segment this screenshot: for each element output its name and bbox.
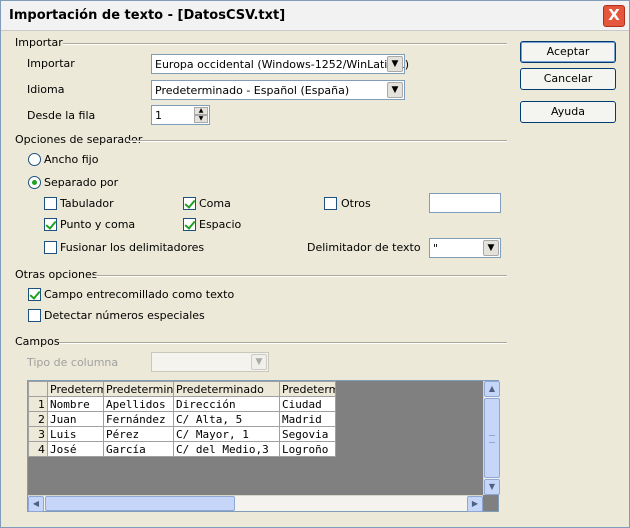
table-cell: Logroño xyxy=(279,441,336,457)
arrow-right-icon[interactable]: ▶ xyxy=(467,496,483,512)
comma-checkbox[interactable] xyxy=(183,197,196,210)
table-cell: Juan xyxy=(47,411,104,427)
section-fields-title: Campos xyxy=(15,335,60,348)
divider xyxy=(129,140,507,142)
table-header-row: Predetermin Predeterminad Predeterminado… xyxy=(28,381,336,397)
table-cell: C/ Alta, 5 xyxy=(173,411,280,427)
text-delimiter-label: Delimitador de texto xyxy=(307,241,421,254)
chevron-down-icon[interactable]: ▼ xyxy=(251,354,267,370)
text-delimiter-select[interactable]: " ▼ xyxy=(429,238,501,258)
detect-special-numbers-checkbox[interactable] xyxy=(28,309,41,322)
space-label: Espacio xyxy=(199,218,242,231)
language-label: Idioma xyxy=(27,83,65,96)
column-type-select[interactable]: ▼ xyxy=(151,352,269,372)
language-value: Predeterminado - Español (España) xyxy=(155,84,350,97)
table-cell: Segovia xyxy=(279,426,336,442)
fixed-width-radio[interactable] xyxy=(28,153,41,166)
chevron-down-icon[interactable]: ▼ xyxy=(387,56,403,72)
separated-by-radio[interactable] xyxy=(28,176,41,189)
table-row: 2 Juan Fernández C/ Alta, 5 Madrid xyxy=(28,411,336,427)
other-checkbox[interactable] xyxy=(324,197,337,210)
section-other-options-title: Otras opciones xyxy=(15,268,98,281)
table-cell: José xyxy=(47,441,104,457)
table-cell: Fernández xyxy=(103,411,174,427)
vertical-scroll-thumb[interactable] xyxy=(484,398,500,478)
quoted-as-text-checkbox[interactable] xyxy=(28,288,41,301)
table-cell: Nombre xyxy=(47,396,104,412)
horizontal-scrollbar[interactable]: ◀ ▶ xyxy=(28,495,483,512)
window-title: Importación de texto - [DatosCSV.txt] xyxy=(9,8,286,23)
text-import-dialog: Importación de texto - [DatosCSV.txt] X … xyxy=(0,0,630,528)
section-separator-title: Opciones de separador xyxy=(15,133,143,146)
text-delimiter-value: " xyxy=(433,242,439,255)
divider xyxy=(59,342,507,344)
row-number: 4 xyxy=(28,441,48,457)
column-header[interactable]: Predeterminado xyxy=(173,381,280,397)
other-label: Otros xyxy=(341,197,371,210)
chevron-down-icon[interactable]: ▼ xyxy=(387,82,403,98)
preview-grid[interactable]: Predetermin Predeterminad Predeterminado… xyxy=(27,380,500,512)
column-header[interactable]: Predetermin xyxy=(47,381,104,397)
row-number: 2 xyxy=(28,411,48,427)
ok-button[interactable]: Aceptar xyxy=(520,41,616,63)
table-cell: Dirección xyxy=(173,396,280,412)
row-number: 3 xyxy=(28,426,48,442)
separated-by-label: Separado por xyxy=(44,176,119,189)
charset-select[interactable]: Europa occidental (Windows-1252/WinLatin… xyxy=(151,54,409,74)
quoted-as-text-label: Campo entrecomillado como texto xyxy=(44,288,235,301)
arrow-up-icon[interactable]: ▲ xyxy=(194,107,208,115)
fixed-width-label: Ancho fijo xyxy=(44,153,99,166)
arrow-left-icon[interactable]: ◀ xyxy=(28,496,44,512)
table-cell: García xyxy=(103,441,174,457)
divider xyxy=(63,43,507,45)
semicolon-checkbox[interactable] xyxy=(44,218,57,231)
table-cell: Apellidos xyxy=(103,396,174,412)
merge-delimiters-label: Fusionar los delimitadores xyxy=(60,241,205,254)
close-button[interactable]: X xyxy=(603,5,625,27)
tab-label: Tabulador xyxy=(60,197,114,210)
table-cell: Luis xyxy=(47,426,104,442)
help-button[interactable]: Ayuda xyxy=(520,101,616,123)
table-cell: C/ Mayor, 1 xyxy=(173,426,280,442)
chevron-down-icon[interactable]: ▼ xyxy=(483,240,499,256)
arrow-down-icon[interactable]: ▼ xyxy=(484,479,500,495)
title-bar[interactable]: Importación de texto - [DatosCSV.txt] X xyxy=(1,1,629,31)
table-cell: Madrid xyxy=(279,411,336,427)
divider xyxy=(93,275,507,277)
language-select[interactable]: Predeterminado - Español (España) ▼ xyxy=(151,80,405,100)
row-number: 1 xyxy=(28,396,48,412)
table-row: 3 Luis Pérez C/ Mayor, 1 Segovia xyxy=(28,426,336,442)
column-header[interactable]: Predetermin xyxy=(279,381,336,397)
from-row-label: Desde la fila xyxy=(27,109,96,122)
space-checkbox[interactable] xyxy=(183,218,196,231)
table-row: 1 Nombre Apellidos Dirección Ciudad xyxy=(28,396,336,412)
other-separator-input[interactable] xyxy=(429,193,501,213)
comma-label: Coma xyxy=(199,197,231,210)
from-row-value: 1 xyxy=(155,109,162,122)
corner-cell xyxy=(28,381,48,397)
table-cell: Pérez xyxy=(103,426,174,442)
section-importar-title: Importar xyxy=(15,36,63,49)
arrow-down-icon[interactable]: ▼ xyxy=(194,115,208,123)
charset-value: Europa occidental (Windows-1252/WinLatin… xyxy=(155,58,410,71)
semicolon-label: Punto y coma xyxy=(60,218,136,231)
vertical-scrollbar[interactable]: ▲ ▼ xyxy=(483,381,500,495)
merge-delimiters-checkbox[interactable] xyxy=(44,241,57,254)
arrow-up-icon[interactable]: ▲ xyxy=(484,381,500,397)
detect-special-numbers-label: Detectar números especiales xyxy=(44,309,205,322)
charset-label: Importar xyxy=(27,57,75,70)
table-cell: C/ del Medio,3 xyxy=(173,441,280,457)
column-header[interactable]: Predeterminad xyxy=(103,381,174,397)
table-row: 4 José García C/ del Medio,3 Logroño xyxy=(28,441,336,457)
column-type-label: Tipo de columna xyxy=(27,356,119,369)
horizontal-scroll-thumb[interactable] xyxy=(45,496,235,511)
from-row-spinner[interactable]: 1 ▲ ▼ xyxy=(151,105,210,125)
tab-checkbox[interactable] xyxy=(44,197,57,210)
table-cell: Ciudad xyxy=(279,396,336,412)
preview-table: Predetermin Predeterminad Predeterminado… xyxy=(28,381,336,457)
cancel-button[interactable]: Cancelar xyxy=(520,68,616,90)
